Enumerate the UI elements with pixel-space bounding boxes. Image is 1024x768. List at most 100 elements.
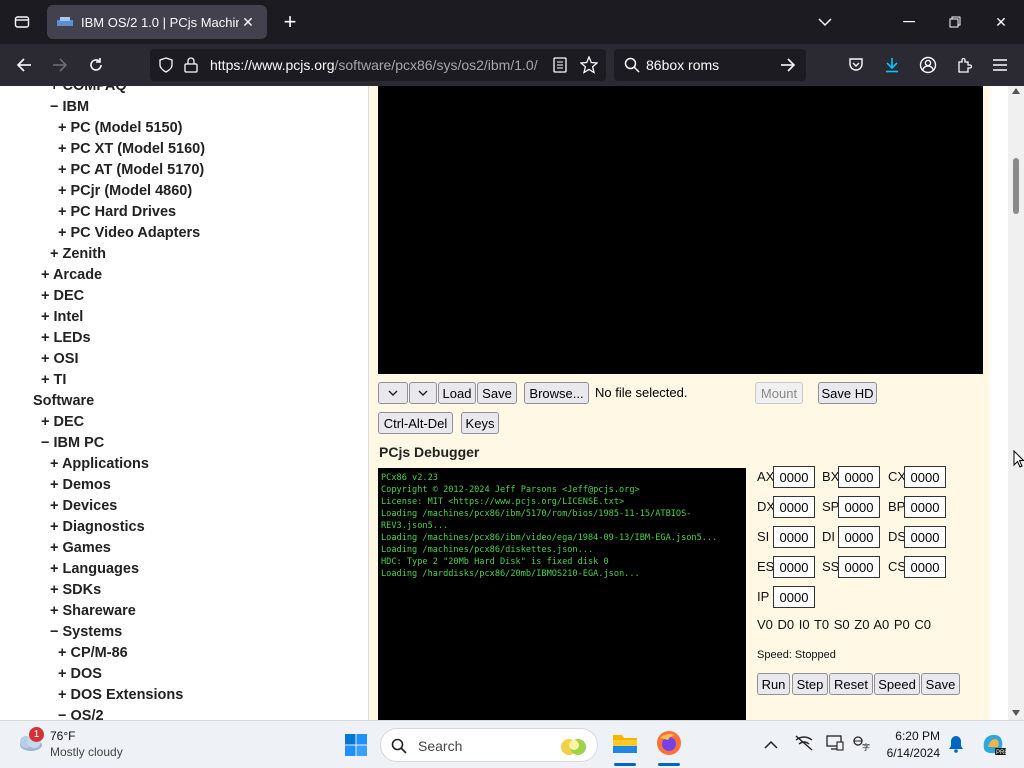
- register-ss-field[interactable]: 0000: [838, 556, 880, 578]
- tree-item[interactable]: − Systems: [50, 624, 122, 640]
- tree-item[interactable]: + PC XT (Model 5160): [58, 141, 205, 157]
- scroll-down-icon[interactable]: [1012, 710, 1020, 716]
- tree-item[interactable]: + Diagnostics: [50, 519, 145, 535]
- menu-icon[interactable]: [986, 51, 1014, 79]
- register-bp-field[interactable]: 0000: [904, 496, 946, 518]
- extensions-icon[interactable]: [950, 51, 978, 79]
- tree-item[interactable]: + TI: [41, 372, 66, 388]
- new-tab-icon[interactable]: +: [278, 10, 302, 34]
- notification-bell-icon[interactable]: [948, 735, 964, 758]
- debugger-console[interactable]: PCx86 v2.23 Copyright © 2012-2024 Jeff P…: [378, 468, 746, 720]
- register-es-field[interactable]: 0000: [773, 556, 815, 578]
- search-input[interactable]: 86box roms: [646, 57, 719, 73]
- register-di-field[interactable]: 0000: [838, 526, 880, 548]
- copilot-icon[interactable]: PRE: [980, 731, 1008, 762]
- clock-time[interactable]: 6:20 PM: [884, 729, 940, 743]
- tree-item[interactable]: + Zenith: [50, 246, 106, 262]
- emulator-screen[interactable]: [378, 86, 983, 374]
- debugger-save-button[interactable]: Save: [921, 673, 960, 695]
- speed-button[interactable]: Speed: [874, 673, 920, 695]
- load-button[interactable]: Load: [438, 382, 476, 404]
- downloads-icon[interactable]: [878, 51, 906, 79]
- tree-item[interactable]: − IBM PC: [41, 435, 104, 451]
- tree-item[interactable]: + DOS Extensions: [58, 687, 183, 703]
- register-sp-field[interactable]: 0000: [838, 496, 880, 518]
- tree-item[interactable]: + LEDs: [41, 330, 91, 346]
- register-dx-field[interactable]: 0000: [773, 496, 815, 518]
- register-cs-field[interactable]: 0000: [904, 556, 946, 578]
- back-icon[interactable]: [10, 51, 38, 79]
- restore-icon[interactable]: [932, 0, 978, 44]
- windows-start-icon[interactable]: [344, 733, 368, 757]
- browser-tab[interactable]: IBM OS/2 1.0 | PCjs Machines ✕: [47, 5, 267, 39]
- diskette-select[interactable]: [409, 382, 437, 404]
- register-si-field[interactable]: 0000: [773, 526, 815, 548]
- register-bx-field[interactable]: 0000: [838, 466, 880, 488]
- clock-date[interactable]: 6/14/2024: [880, 746, 940, 760]
- shield-icon[interactable]: [158, 57, 174, 73]
- search-go-icon[interactable]: [780, 57, 796, 73]
- tree-item[interactable]: + PC (Model 5150): [58, 120, 183, 136]
- register-ds-field[interactable]: 0000: [904, 526, 946, 548]
- close-tab-icon[interactable]: ✕: [239, 14, 257, 31]
- tree-item[interactable]: + COMPAQ: [50, 86, 127, 94]
- forward-icon[interactable]: [46, 51, 74, 79]
- reload-icon[interactable]: [82, 51, 110, 79]
- save-hd-button[interactable]: Save HD: [818, 382, 877, 404]
- list-all-tabs-icon[interactable]: [802, 0, 848, 44]
- browse-button[interactable]: Browse...: [524, 382, 589, 404]
- show-hidden-icons-icon[interactable]: [764, 737, 778, 755]
- taskbar-search-box[interactable]: Search: [380, 728, 598, 762]
- tree-item[interactable]: + Languages: [50, 561, 139, 577]
- drive-a-select[interactable]: [378, 382, 408, 404]
- network-offline-icon[interactable]: [794, 735, 814, 756]
- scroll-up-icon[interactable]: [1012, 88, 1020, 94]
- register-ip-field[interactable]: 0000: [773, 586, 815, 608]
- tree-item[interactable]: + Intel: [41, 309, 83, 325]
- tree-item[interactable]: + PC Video Adapters: [58, 225, 200, 241]
- register-cx-field[interactable]: 0000: [904, 466, 946, 488]
- run-button[interactable]: Run: [757, 673, 790, 695]
- step-button[interactable]: Step: [792, 673, 828, 695]
- search-bar[interactable]: 86box roms: [614, 49, 806, 81]
- mount-button[interactable]: Mount: [755, 382, 803, 404]
- reader-view-icon[interactable]: [553, 57, 567, 73]
- tree-item[interactable]: + Arcade: [41, 267, 102, 283]
- scrollbar-thumb[interactable]: [1013, 158, 1019, 214]
- display-icon[interactable]: [826, 735, 844, 756]
- firefox-icon[interactable]: [656, 730, 682, 756]
- save-button[interactable]: Save: [477, 382, 517, 404]
- lock-icon[interactable]: [184, 57, 198, 73]
- tree-item[interactable]: + Applications: [50, 456, 149, 472]
- account-icon[interactable]: [914, 51, 942, 79]
- tree-item[interactable]: − IBM: [50, 99, 89, 115]
- bookmark-star-icon[interactable]: [580, 56, 598, 74]
- tree-item[interactable]: + DEC: [41, 288, 84, 304]
- keys-button[interactable]: Keys: [461, 412, 499, 434]
- close-window-icon[interactable]: ✕: [978, 0, 1024, 44]
- tree-item[interactable]: + DOS: [58, 666, 102, 682]
- tree-item[interactable]: + PC AT (Model 5170): [58, 162, 204, 178]
- file-explorer-icon[interactable]: [612, 731, 638, 755]
- minimize-icon[interactable]: [886, 0, 932, 44]
- reset-button[interactable]: Reset: [829, 673, 873, 695]
- page-scrollbar[interactable]: [1008, 86, 1024, 720]
- tree-item[interactable]: + CP/M-86: [58, 645, 128, 661]
- tree-item[interactable]: + SDKs: [50, 582, 101, 598]
- tree-item[interactable]: + OSI: [41, 351, 78, 367]
- pocket-icon[interactable]: [842, 51, 870, 79]
- tree-item[interactable]: + Shareware: [50, 603, 136, 619]
- tree-item[interactable]: + Demos: [50, 477, 111, 493]
- tab-list-icon[interactable]: [8, 8, 36, 36]
- tree-item[interactable]: − OS/2: [58, 708, 104, 720]
- language-settings-icon[interactable]: 字: [852, 735, 870, 756]
- tree-item[interactable]: + DEC: [41, 414, 84, 430]
- tree-item[interactable]: + Devices: [50, 498, 117, 514]
- register-ax-field[interactable]: 0000: [773, 466, 815, 488]
- tree-heading-software[interactable]: Software: [33, 393, 94, 409]
- tree-item[interactable]: + PC Hard Drives: [58, 204, 176, 220]
- ctrl-alt-del-button[interactable]: Ctrl-Alt-Del: [378, 412, 453, 434]
- tree-item[interactable]: + PCjr (Model 4860): [58, 183, 192, 199]
- url-bar[interactable]: https://www.pcjs.org/software/pcx86/sys/…: [150, 49, 606, 81]
- tree-item[interactable]: + Games: [50, 540, 111, 556]
